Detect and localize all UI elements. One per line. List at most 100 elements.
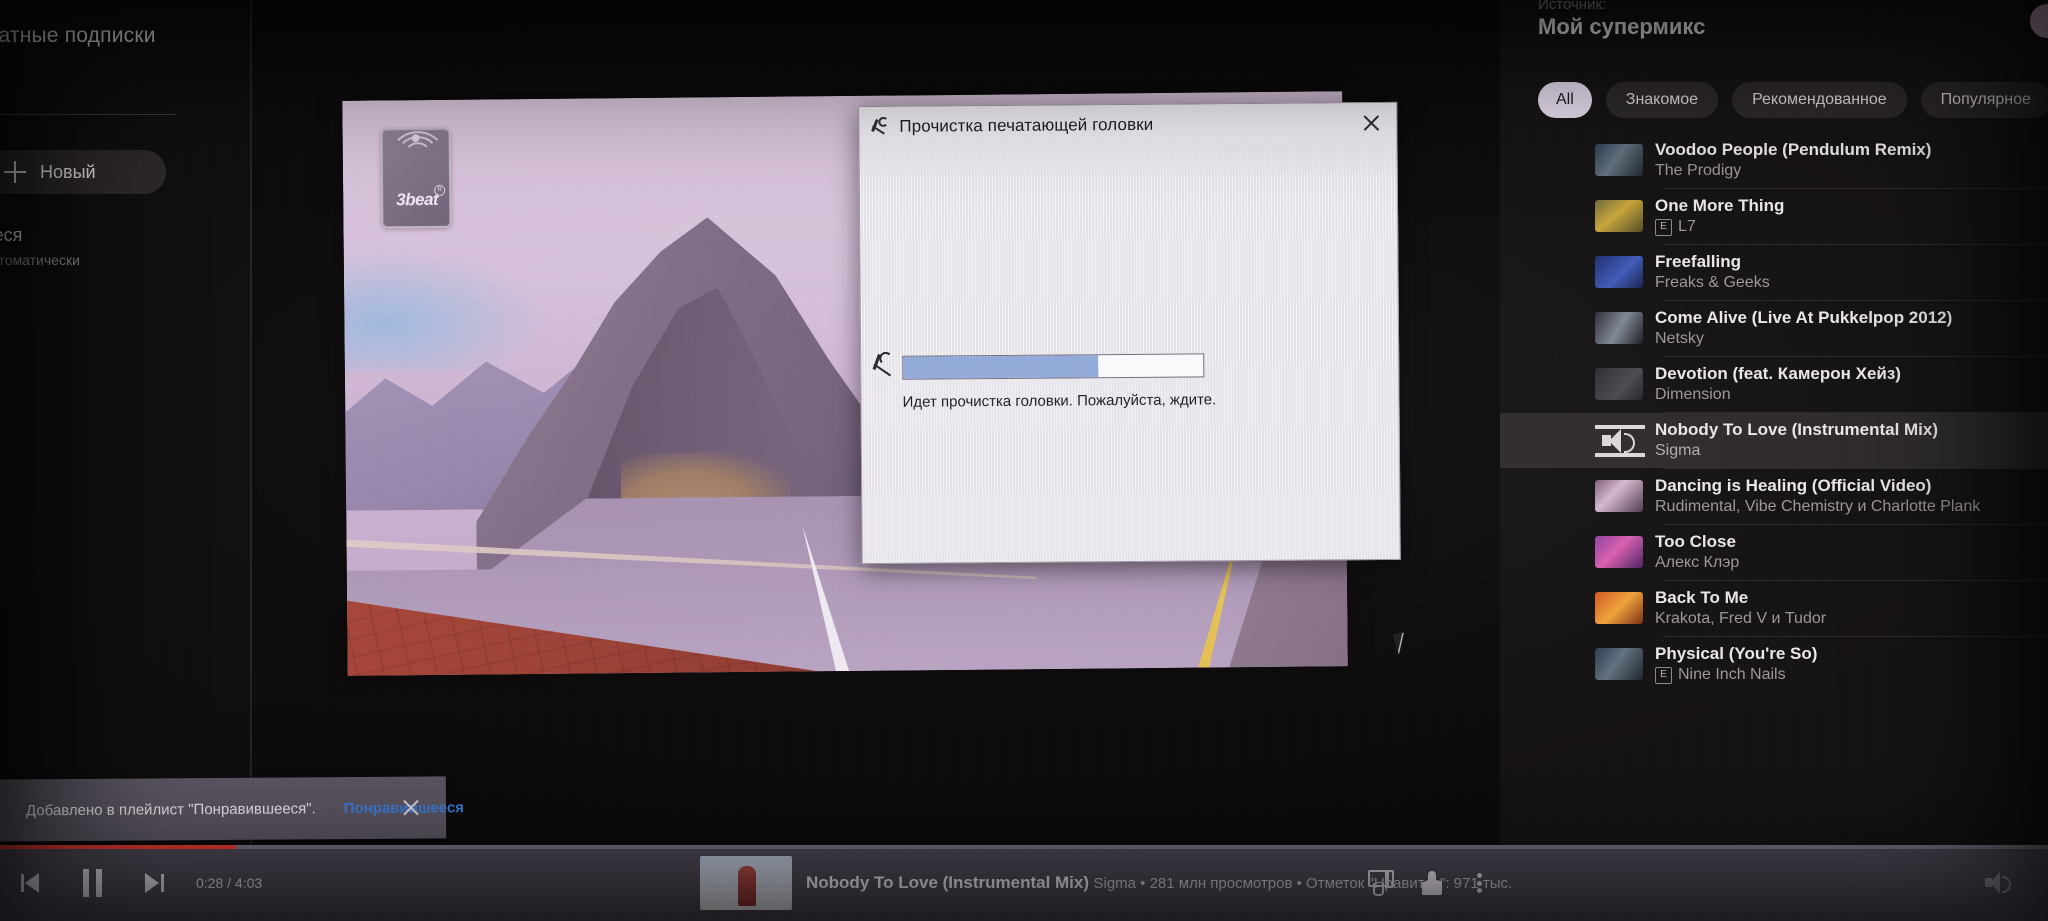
queue-row-thumbnail <box>1595 200 1643 232</box>
queue-row-text: Back To Me Krakota, Fred V и Tudor <box>1655 588 1826 629</box>
queue-row-artist-name: Freaks & Geeks <box>1655 274 1770 292</box>
dialog-title: Прочистка печатающей головки <box>899 114 1154 136</box>
pause-icon <box>82 869 104 897</box>
player-bar: 0:28 / 4:03 Nobody To Love (Instrumental… <box>0 845 2048 921</box>
queue-row-title: Devotion (feat. Камерон Хейз) <box>1655 363 1901 383</box>
pause-button[interactable] <box>62 845 124 921</box>
queue-row-title: Dancing is Healing (Official Video) <box>1655 475 1932 495</box>
print-head-cleaning-dialog[interactable]: Прочистка печатающей головки Идет прочис… <box>858 101 1401 565</box>
queue-row-title: Voodoo People (Pendulum Remix) <box>1655 139 1932 159</box>
playback-controls: 0:28 / 4:03 <box>0 845 262 921</box>
queue-row-artist-name: Алекс Клэр <box>1655 554 1740 572</box>
queue-row-artist: Netsky <box>1655 329 1952 349</box>
queue-chip-label: Знакомое <box>1625 91 1699 108</box>
queue-row[interactable]: Too Close Алекс Клэр <box>1500 525 2048 580</box>
queue-row-artist: Rudimental, Vibe Chemistry и Charlotte P… <box>1655 497 1980 517</box>
queue-row[interactable]: Back To Me Krakota, Fred V и Tudor <box>1500 581 2048 636</box>
queue-row-title: Physical (You're So) <box>1655 643 1818 663</box>
queue-row-text: Nobody To Love (Instrumental Mix) Sigma <box>1655 420 1938 461</box>
queue-row-text: Devotion (feat. Камерон Хейз) Dimension <box>1655 364 1901 405</box>
queue-row-text: Dancing is Healing (Official Video) Rudim… <box>1655 476 1980 517</box>
sidebar-divider <box>0 114 175 115</box>
dialog-body: Идет прочистка головки. Пожалуйста, ждит… <box>860 143 1400 563</box>
queue-row-text: Come Alive (Live At Pukkelpop 2012) Netsk… <box>1655 308 1952 349</box>
3beat-logo: 3beat R <box>380 127 452 229</box>
queue-chip-1[interactable]: Знакомое <box>1605 82 1719 118</box>
queue-row[interactable]: Nobody To Love (Instrumental Mix) Sigma <box>1500 413 2048 468</box>
queue-row[interactable]: Voodoo People (Pendulum Remix) The Prodig… <box>1500 133 2048 188</box>
queue-title: Мой супермикс <box>1538 14 1706 39</box>
new-playlist-label: Новый <box>40 161 96 182</box>
queue-chip-3[interactable]: Популярное <box>1920 82 2048 118</box>
queue-row-artist-name: Rudimental, Vibe Chemistry и Charlotte P… <box>1655 498 1981 516</box>
queue-row-thumbnail <box>1595 592 1643 624</box>
logo-dot <box>411 134 420 143</box>
volume-icon[interactable] <box>1985 871 2015 895</box>
playback-progress-track[interactable] <box>0 845 2048 849</box>
queue-row-title: Freefalling <box>1655 251 1741 271</box>
queue-row-text: Too Close Алекс Клэр <box>1655 532 1739 573</box>
sidebar-section-header: латные подписки <box>0 24 156 47</box>
queue-list: Voodoo People (Pendulum Remix) The Prodig… <box>1500 133 2048 845</box>
queue-row[interactable]: Come Alive (Live At Pukkelpop 2012) Netsk… <box>1500 301 2048 356</box>
cleaning-status-text: Идет прочистка головки. Пожалуйста, ждит… <box>902 391 1217 411</box>
queue-row[interactable]: Devotion (feat. Камерон Хейз) Dimension <box>1500 357 2048 412</box>
queue-row-artist-name: Dimension <box>1655 386 1731 404</box>
close-icon[interactable] <box>400 797 422 819</box>
next-track-button[interactable] <box>124 845 186 921</box>
print-head-nozzle-icon <box>869 116 891 138</box>
thumbs-up-icon[interactable] <box>1422 870 1448 896</box>
queue-row-artist: Krakota, Fred V и Tudor <box>1655 609 1826 629</box>
queue-row-artist: Sigma <box>1655 441 1938 461</box>
queue-chip-2[interactable]: Рекомендованное <box>1732 82 1907 118</box>
dialog-title-bar: Прочистка печатающей головки <box>859 102 1397 148</box>
queue-row-text: One More Thing E L7 <box>1655 196 1784 237</box>
queue-row-title: One More Thing <box>1655 195 1785 215</box>
now-playing-title: Nobody To Love (Instrumental Mix) <box>806 873 1090 892</box>
ink-drop-icon <box>871 351 897 384</box>
queue-row-artist-name: L7 <box>1678 218 1696 236</box>
queue-row-artist: The Prodigy <box>1655 161 1931 181</box>
queue-filter-chips: All Знакомое Рекомендованное Популярное <box>1538 82 2048 118</box>
plus-icon <box>4 161 26 183</box>
player-actions <box>1368 845 1484 921</box>
queue-chip-0[interactable]: All <box>1538 82 1592 118</box>
queue-row-artist: Dimension <box>1655 385 1901 405</box>
thumbnail-figure <box>738 866 756 906</box>
queue-row-thumbnail <box>1595 536 1643 568</box>
close-icon[interactable] <box>1358 111 1384 135</box>
queue-row[interactable]: Dancing is Healing (Official Video) Rudim… <box>1500 469 2048 524</box>
now-playing-thumbnail <box>700 856 792 910</box>
playback-time: 0:28 / 4:03 <box>196 875 263 891</box>
kebab-menu-icon[interactable] <box>1476 870 1484 896</box>
sidebar-playlist-title[interactable]: вившееся <box>0 225 170 246</box>
queue-row-artist-name: Krakota, Fred V и Tudor <box>1655 610 1827 628</box>
queue-row-title: Come Alive (Live At Pukkelpop 2012) <box>1655 307 1953 327</box>
left-sidebar: латные подписки Новый вившееся дан автом… <box>0 0 250 845</box>
explicit-badge: E <box>1655 218 1672 236</box>
thumbs-down-icon[interactable] <box>1368 870 1394 896</box>
queue-row-thumbnail <box>1595 312 1643 344</box>
queue-row[interactable]: Physical (You're So) E Nine Inch Nails <box>1500 637 2048 692</box>
queue-chip-label: All <box>1556 91 1574 108</box>
queue-row-text: Voodoo People (Pendulum Remix) The Prodig… <box>1655 140 1931 181</box>
queue-row-artist: E L7 <box>1655 217 1784 237</box>
queue-row-title: Back To Me <box>1655 587 1749 607</box>
queue-row[interactable]: Freefalling Freaks & Geeks <box>1500 245 2048 300</box>
explicit-badge: E <box>1655 666 1672 684</box>
previous-track-button[interactable] <box>0 845 62 921</box>
queue-row[interactable]: One More Thing E L7 <box>1500 189 2048 244</box>
new-playlist-button[interactable]: Новый <box>0 150 166 194</box>
queue-row-thumbnail <box>1595 144 1643 176</box>
queue-row-thumbnail <box>1595 648 1643 680</box>
now-playing-speaker-icon <box>1595 425 1645 457</box>
cleaning-progress-bar <box>902 353 1205 380</box>
sidebar-edge <box>250 0 252 845</box>
next-track-icon <box>145 873 165 893</box>
queue-row-text: Physical (You're So) E Nine Inch Nails <box>1655 644 1817 685</box>
queue-row-artist-name: Sigma <box>1655 442 1701 460</box>
mouse-cursor-icon <box>1392 630 1415 654</box>
toast-notification: Добавлено в плейлист "Понравившееся". По… <box>0 776 464 842</box>
queue-row-artist-name: Netsky <box>1655 330 1704 348</box>
queue-row-text: Freefalling Freaks & Geeks <box>1655 252 1770 293</box>
